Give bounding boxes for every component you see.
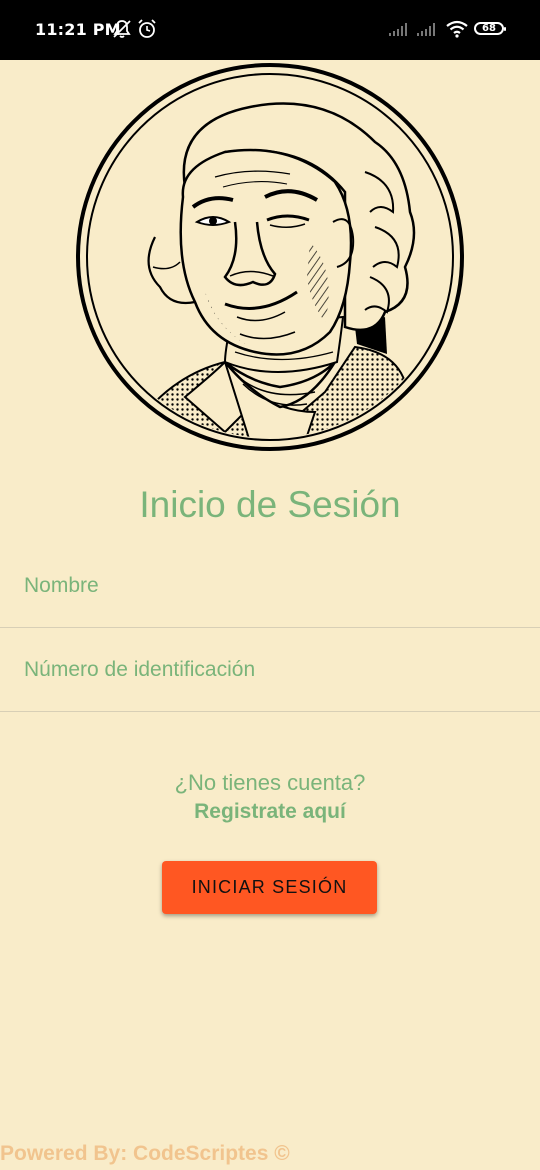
coin-portrait-logo — [76, 63, 464, 451]
login-button[interactable]: INICIAR SESIÓN — [162, 861, 377, 914]
page-title: Inicio de Sesión — [139, 484, 401, 525]
powered-by-footer: Powered By: CodeScriptes © — [0, 1142, 290, 1165]
id-number-field[interactable] — [0, 628, 540, 712]
status-time: 11:21 PM — [35, 20, 121, 39]
status-bar: 11:21 PM 68 — [0, 0, 540, 60]
no-account-text: ¿No tienes cuenta? — [174, 770, 366, 795]
battery-icon: 68 — [474, 22, 506, 35]
alarm-icon — [138, 19, 156, 38]
wifi-icon — [446, 20, 468, 38]
signal-icon — [389, 23, 407, 36]
signal-icon-2 — [417, 23, 435, 36]
notifications-off-icon — [113, 20, 131, 38]
id-number-input[interactable] — [24, 628, 514, 711]
name-input[interactable] — [24, 544, 514, 627]
name-field[interactable] — [0, 544, 540, 628]
register-link[interactable]: Registrate aquí — [0, 800, 540, 824]
